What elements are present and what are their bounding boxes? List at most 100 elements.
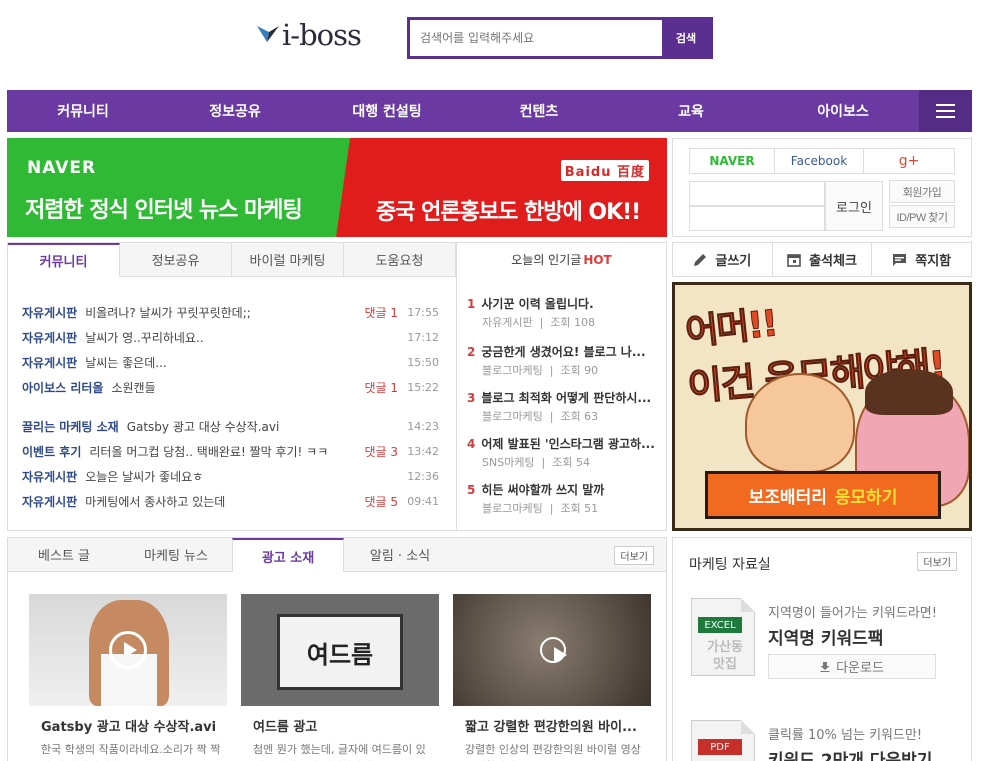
popular-item-category: 블로그마케팅 xyxy=(482,410,543,423)
file-preview-text: 가산동 맛집 xyxy=(707,640,743,672)
popular-item-views: 조회 90 xyxy=(560,364,599,377)
attendance-button[interactable]: 출석체크 xyxy=(773,243,873,276)
popular-item[interactable]: 4 어제 발표된 '인스타그램 광고하... SNS마케팅 | 조회 54 xyxy=(467,435,659,470)
post-title[interactable]: 마케팅에서 종사하고 있는데 xyxy=(85,493,225,510)
list-item[interactable]: 자유게시판 비올려나? 날씨가 꾸릿꾸릿한데;; 댓글 1 17:55 xyxy=(22,300,442,325)
battery-event-ad[interactable]: 어머!! 이건 응모해야해! 보조배터리 응모하기 xyxy=(672,282,972,531)
popular-item-title[interactable]: 블로그 최적화 어떻게 판단하시... xyxy=(481,391,651,405)
site-logo[interactable]: i-boss xyxy=(254,18,369,58)
content-card[interactable]: 여드름 여드름 광고첨엔 뭔가 했는데, 글자에 여드름이 있네요 생각보다 재… xyxy=(241,594,439,761)
card-description: 강렬한 인상의 편강한의원 바이럴 영상 소개합니다. xyxy=(465,743,641,761)
popular-item-views: 조회 51 xyxy=(560,502,599,515)
banner-brand: NAVER xyxy=(27,158,97,178)
banner-naver-news[interactable]: NAVER 저렴한 정식 인터넷 뉴스 마케팅 xyxy=(7,138,350,237)
rank-number: 4 xyxy=(467,437,476,451)
post-title[interactable]: Gatsby 광고 대상 수상작.avi xyxy=(127,418,280,435)
nav-item-education[interactable]: 교육 xyxy=(615,90,767,132)
post-category[interactable]: 자유게시판 xyxy=(22,354,77,371)
pencil-icon xyxy=(694,253,707,266)
popular-item-title[interactable]: 어제 발표된 '인스타그램 광고하... xyxy=(481,437,654,451)
post-category[interactable]: 자유게시판 xyxy=(22,468,77,485)
post-title[interactable]: 리터올 머그컵 당첨.. 택배완료! 짤막 후기! ㅋㅋ xyxy=(89,443,328,460)
tab-ad-materials[interactable]: 광고 소재 xyxy=(232,538,344,572)
list-item[interactable]: 이벤트 후기 리터올 머그컵 당첨.. 택배완료! 짤막 후기! ㅋㅋ 댓글 3 13… xyxy=(22,439,442,464)
popular-item[interactable]: 3 블로그 최적화 어떻게 판단하시... 블로그마케팅 | 조회 63 xyxy=(467,389,659,424)
download-button[interactable]: 다운로드 xyxy=(768,654,936,679)
content-card[interactable]: 짧고 강렬한 편강한의원 바이... 강렬한 인상의 편강한의원 바이럴 영상 소… xyxy=(453,594,651,761)
post-category[interactable]: 자유게시판 xyxy=(22,329,77,346)
id-field[interactable] xyxy=(689,181,825,207)
post-category[interactable]: 이벤트 후기 xyxy=(22,443,81,460)
post-title[interactable]: 날씨가 영..꾸리하네요.. xyxy=(85,329,203,346)
popular-item-views: 조회 108 xyxy=(550,316,596,329)
ad-cta: 보조배터리 응모하기 xyxy=(705,471,941,519)
rank-number: 2 xyxy=(467,345,476,359)
rank-number: 3 xyxy=(467,391,476,405)
google-plus-login-button[interactable]: g+ xyxy=(863,148,955,174)
popular-item-title[interactable]: 사기꾼 이력 올립니다. xyxy=(481,297,593,311)
card-title: Gatsby 광고 대상 수상작.avi xyxy=(41,720,217,735)
tab-viral-marketing[interactable]: 바이럴 마케팅 xyxy=(232,243,344,276)
popular-item-category: 블로그마케팅 xyxy=(482,364,543,377)
post-title[interactable]: 소원캔들 xyxy=(111,379,155,396)
post-title[interactable]: 날씨는 좋은데... xyxy=(85,354,167,371)
post-category[interactable]: 아이보스 리터올 xyxy=(22,379,103,396)
find-id-pw-button[interactable]: ID/PW 찾기 xyxy=(889,205,955,228)
tab-best-posts[interactable]: 베스트 글 xyxy=(8,538,120,571)
tab-community[interactable]: 커뮤니티 xyxy=(8,243,120,277)
popular-item[interactable]: 1 사기꾼 이력 올립니다. 자유게시판 | 조회 108 xyxy=(467,295,659,330)
post-title[interactable]: 비올려나? 날씨가 꾸릿꾸릿한데;; xyxy=(85,304,251,321)
facebook-login-button[interactable]: Facebook xyxy=(774,148,864,174)
banner-china-pr[interactable]: Baidu 百度 중국 언론홍보도 한방에 OK!! xyxy=(336,138,667,237)
popular-item-title[interactable]: 히든 써야할까 쓰지 말까 xyxy=(481,483,604,497)
card-title: 여드름 광고 xyxy=(253,720,318,735)
menu-hamburger-icon[interactable] xyxy=(919,90,972,132)
naver-login-button[interactable]: NAVER xyxy=(689,148,775,174)
post-title[interactable]: 오늘은 날씨가 좋네요ㅎ xyxy=(85,468,203,485)
contents-tabs: 베스트 글 마케팅 뉴스 광고 소재 알림 · 소식 xyxy=(8,538,666,572)
post-category[interactable]: 자유게시판 xyxy=(22,304,77,321)
tab-notices[interactable]: 알림 · 소식 xyxy=(344,538,456,571)
card-description: 한국 학생의 작품이라네요.소리가 짝 짝 잘 맞게 되어있네요 ... xyxy=(41,743,221,761)
search-input[interactable] xyxy=(410,20,662,56)
signup-button[interactable]: 회원가입 xyxy=(889,180,955,203)
popular-item-category: SNS마케팅 xyxy=(482,456,535,469)
list-item[interactable]: 아이보스 리터올 소원캔들 댓글 1 15:22 xyxy=(22,375,442,400)
resource-title[interactable]: 지역명 키워드팩 xyxy=(768,624,883,649)
rank-number: 5 xyxy=(467,483,476,497)
popular-item[interactable]: 2 궁금한게 생겼어요! 블로그 나... 블로그마케팅 | 조회 90 xyxy=(467,343,659,378)
list-item[interactable]: 자유게시판 오늘은 날씨가 좋네요ㅎ 12:36 xyxy=(22,464,442,489)
more-button[interactable]: 더보기 xyxy=(614,546,654,565)
community-board: 커뮤니티 정보공유 바이럴 마케팅 도움요청 자유게시판 비올려나? 날씨가 꾸릿… xyxy=(7,242,667,531)
banner-text: 저렴한 정식 인터넷 뉴스 마케팅 xyxy=(25,198,303,223)
messages-button[interactable]: 쪽지함 xyxy=(872,243,971,276)
tab-marketing-news[interactable]: 마케팅 뉴스 xyxy=(120,538,232,571)
more-button[interactable]: 더보기 xyxy=(917,552,957,571)
pdf-file-icon: PDF xyxy=(691,720,755,761)
search-button[interactable]: 검색 xyxy=(662,20,710,56)
nav-item-community[interactable]: 커뮤니티 xyxy=(7,90,159,132)
content-card[interactable]: Gatsby 광고 대상 수상작.avi 한국 학생의 작품이라네요.소리가 짝 … xyxy=(29,594,227,761)
tab-help-request[interactable]: 도움요청 xyxy=(344,243,456,276)
nav-item-info-share[interactable]: 정보공유 xyxy=(159,90,311,132)
list-item[interactable]: 자유게시판 날씨는 좋은데... 15:50 xyxy=(22,350,442,375)
ad-headline-1: 어머!! xyxy=(683,303,779,354)
video-thumbnail xyxy=(29,594,227,706)
list-item[interactable]: 자유게시판 마케팅에서 종사하고 있는데 댓글 5 09:41 xyxy=(22,489,442,514)
ad-illustration-hair xyxy=(865,369,953,415)
rank-number: 1 xyxy=(467,297,476,311)
nav-item-contents[interactable]: 컨텐츠 xyxy=(463,90,615,132)
list-item[interactable]: 끌리는 마케팅 소재 Gatsby 광고 대상 수상작.avi 14:23 xyxy=(22,414,442,439)
tab-info-share[interactable]: 정보공유 xyxy=(120,243,232,276)
post-category[interactable]: 끌리는 마케팅 소재 xyxy=(22,418,119,435)
popular-item[interactable]: 5 히든 써야할까 쓰지 말까 블로그마케팅 | 조회 51 xyxy=(467,481,659,516)
write-button[interactable]: 글쓰기 xyxy=(673,243,773,276)
login-button[interactable]: 로그인 xyxy=(825,181,883,231)
popular-item-title[interactable]: 궁금한게 생겼어요! 블로그 나... xyxy=(481,345,645,359)
nav-item-iboss[interactable]: 아이보스 xyxy=(767,90,919,132)
nav-item-agency-consulting[interactable]: 대행 컨설팅 xyxy=(311,90,463,132)
post-category[interactable]: 자유게시판 xyxy=(22,493,77,510)
list-item[interactable]: 자유게시판 날씨가 영..꾸리하네요.. 17:12 xyxy=(22,325,442,350)
resource-title[interactable]: 키워드 2만개 다운받기 xyxy=(768,746,932,761)
password-field[interactable] xyxy=(689,205,825,231)
